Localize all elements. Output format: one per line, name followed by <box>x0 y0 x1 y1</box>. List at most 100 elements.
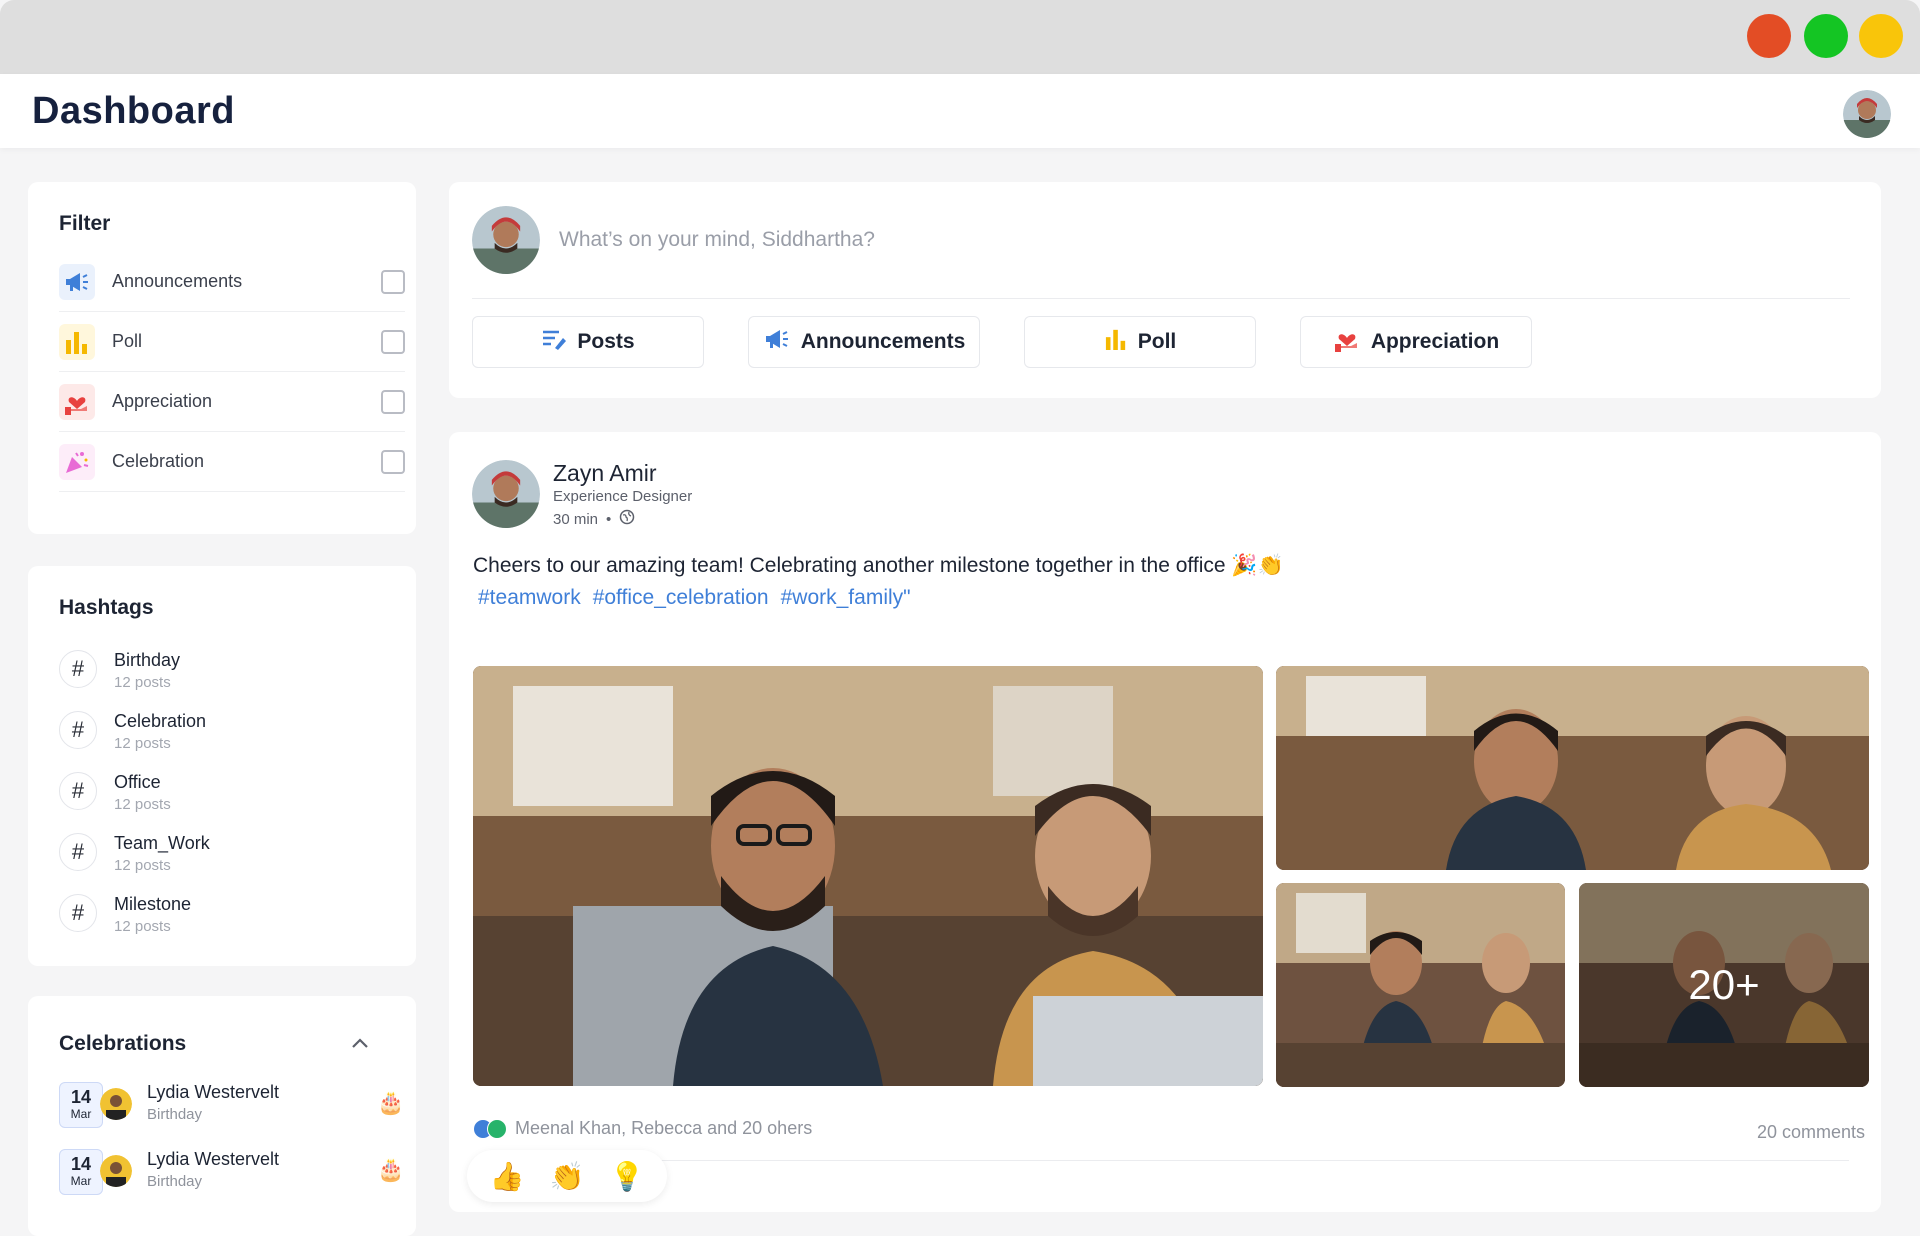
bar-chart-icon <box>1104 328 1128 356</box>
post-divider <box>473 1160 1849 1161</box>
hashtags-panel: Hashtags # Birthday 12 posts # Celebrati… <box>28 566 416 966</box>
hashtag-icon: # <box>59 650 97 688</box>
composer-input[interactable] <box>559 222 1659 258</box>
composer-avatar <box>472 206 540 274</box>
celebration-name: Lydia Westervelt <box>147 1149 280 1169</box>
cake-icon: 🎂 <box>377 1157 405 1182</box>
post-hashtag-link[interactable]: #teamwork <box>478 586 581 610</box>
filter-item-announcements[interactable]: Announcements <box>59 252 405 312</box>
more-photos-count: 20+ <box>1579 883 1869 1087</box>
appreciation-button[interactable]: Appreciation <box>1300 316 1532 368</box>
window-titlebar <box>0 0 1920 74</box>
celebrations-panel: Celebrations 14 Mar Lydia Westervelt Bir… <box>28 996 416 1236</box>
bar-chart-icon <box>59 324 95 360</box>
filter-checkbox[interactable] <box>381 390 405 414</box>
page-title: Dashboard <box>32 90 235 132</box>
filter-item-label: Poll <box>112 331 143 351</box>
celebration-avatar <box>100 1088 132 1120</box>
hashtag-icon: # <box>59 772 97 810</box>
meta-separator: • <box>606 510 612 528</box>
posts-button-label: Posts <box>577 330 635 353</box>
filter-panel: Filter Announcements Poll Appreciation C… <box>28 182 416 534</box>
celebration-item[interactable]: 14 Mar Lydia Westervelt Birthday 🎂 <box>59 1149 404 1205</box>
edit-lines-icon <box>541 328 567 356</box>
comment-count[interactable]: 20 comments <box>1757 1122 1865 1143</box>
hashtag-name: Celebration <box>114 711 207 731</box>
poll-button-label: Poll <box>1137 330 1177 353</box>
party-popper-icon <box>59 444 95 480</box>
post-hashtag-link[interactable]: #work_family" <box>781 586 911 610</box>
hashtag-item[interactable]: # Celebration 12 posts <box>59 701 359 761</box>
post-time: 30 min <box>553 510 599 528</box>
post-photo-main[interactable] <box>473 666 1263 1086</box>
post-body-text: Cheers to our amazing team! Celebrating … <box>473 554 1284 577</box>
cake-icon: 🎂 <box>377 1090 405 1115</box>
clap-reaction-icon[interactable]: 👏 <box>550 1160 585 1193</box>
hashtag-count: 12 posts <box>114 918 171 935</box>
celebration-type: Birthday <box>147 1106 203 1123</box>
app-header: Dashboard <box>0 74 1920 148</box>
hashtag-icon: # <box>59 894 97 932</box>
globe-icon <box>619 509 635 529</box>
celebration-month: Mar <box>70 1174 92 1188</box>
insightful-reaction-icon[interactable]: 💡 <box>610 1160 645 1193</box>
post-meta: 30 min • <box>553 509 635 529</box>
celebration-month: Mar <box>70 1107 92 1121</box>
hashtag-item[interactable]: # Birthday 12 posts <box>59 640 359 700</box>
hashtag-item[interactable]: # Milestone 12 posts <box>59 884 359 944</box>
reaction-picker: 👍 👏 💡 <box>467 1150 667 1202</box>
filter-item-label: Announcements <box>112 271 243 291</box>
announcements-button-label: Announcements <box>800 330 966 353</box>
hashtag-count: 12 posts <box>114 674 171 691</box>
filter-item-label: Celebration <box>112 451 205 471</box>
hashtag-icon: # <box>59 833 97 871</box>
filter-checkbox[interactable] <box>381 450 405 474</box>
filter-item-celebration[interactable]: Celebration <box>59 432 405 492</box>
celebration-name: Lydia Westervelt <box>147 1082 280 1102</box>
filter-item-appreciation[interactable]: Appreciation <box>59 372 405 432</box>
hashtag-item[interactable]: # Office 12 posts <box>59 762 359 822</box>
celebration-avatar <box>100 1155 132 1187</box>
reaction-summary-icons <box>473 1118 507 1139</box>
post-photo-more[interactable]: 20+ <box>1579 883 1869 1087</box>
hand-heart-icon <box>59 384 95 420</box>
composer-divider <box>472 298 1850 299</box>
window-minimize-button[interactable] <box>1859 14 1903 58</box>
filter-item-poll[interactable]: Poll <box>59 312 405 372</box>
post-author-avatar[interactable] <box>472 460 540 528</box>
celebration-item[interactable]: 14 Mar Lydia Westervelt Birthday 🎂 <box>59 1082 404 1138</box>
like-reaction-icon[interactable]: 👍 <box>490 1160 525 1193</box>
post-author-name[interactable]: Zayn Amir <box>553 460 657 487</box>
posts-button[interactable]: Posts <box>472 316 704 368</box>
celebration-date: 14 Mar <box>59 1082 103 1128</box>
hashtag-name: Milestone <box>114 894 192 914</box>
hashtags-title: Hashtags <box>59 596 154 619</box>
celebration-day: 14 <box>70 1154 92 1174</box>
hashtag-count: 12 posts <box>114 735 171 752</box>
chevron-up-icon[interactable] <box>351 1036 369 1054</box>
post-card: Zayn Amir Experience Designer 30 min • C… <box>449 432 1881 1212</box>
hashtag-item[interactable]: # Team_Work 12 posts <box>59 823 359 883</box>
celebration-day: 14 <box>70 1087 92 1107</box>
filter-checkbox[interactable] <box>381 330 405 354</box>
filter-title: Filter <box>59 212 111 235</box>
post-photo[interactable] <box>1276 666 1869 870</box>
reaction-summary-text: Meenal Khan, Rebecca and 20 ohers <box>515 1118 813 1138</box>
poll-button[interactable]: Poll <box>1024 316 1256 368</box>
announcements-button[interactable]: Announcements <box>748 316 980 368</box>
celebration-date: 14 Mar <box>59 1149 103 1195</box>
filter-checkbox[interactable] <box>381 270 405 294</box>
window-maximize-button[interactable] <box>1804 14 1848 58</box>
megaphone-icon <box>59 264 95 300</box>
user-avatar[interactable] <box>1843 90 1891 138</box>
window-close-button[interactable] <box>1747 14 1791 58</box>
post-hashtag-link[interactable]: #office_celebration <box>593 586 769 610</box>
celebration-type: Birthday <box>147 1173 203 1190</box>
reaction-summary[interactable]: Meenal Khan, Rebecca and 20 ohers <box>473 1118 812 1139</box>
post-hashtags: #teamwork #office_celebration #work_fami… <box>478 586 911 610</box>
appreciation-button-label: Appreciation <box>1370 330 1500 353</box>
post-photo[interactable] <box>1276 883 1565 1087</box>
hashtag-name: Office <box>114 772 161 792</box>
celebrations-title: Celebrations <box>59 1032 187 1055</box>
post-author-role: Experience Designer <box>553 488 693 505</box>
